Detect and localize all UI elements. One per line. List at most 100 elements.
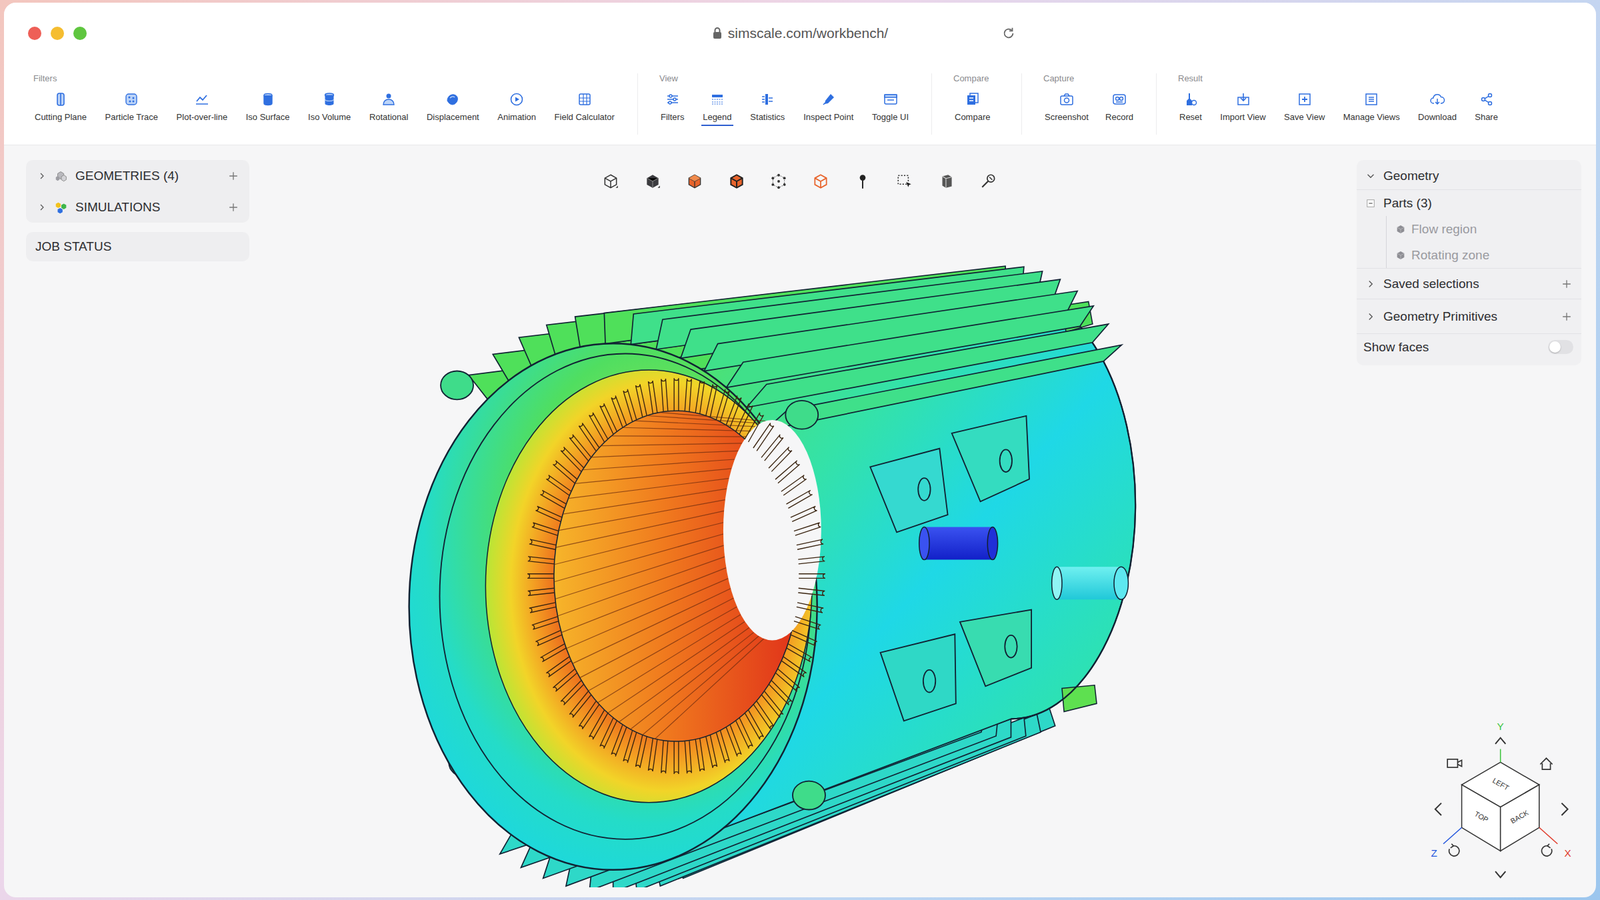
stator-slot: [794, 522, 821, 536]
parts-row[interactable]: Parts (3): [1356, 189, 1582, 216]
toolbar-button[interactable]: Compare: [953, 91, 992, 126]
play-icon: [508, 91, 525, 108]
toolbar-button[interactable]: Reset: [1178, 91, 1204, 126]
rotate-up-icon[interactable]: [1495, 738, 1506, 744]
pen-icon: [820, 91, 837, 108]
close-button[interactable]: [28, 26, 42, 40]
plus-icon[interactable]: [226, 169, 240, 183]
toolbar-button[interactable]: Plot-over-line: [175, 91, 230, 126]
import-icon: [1235, 91, 1252, 108]
chevron-icon[interactable]: [36, 170, 48, 182]
toolbar-button[interactable]: Save View: [1282, 91, 1326, 126]
group-label: Compare: [953, 73, 1000, 84]
view-cube[interactable]: LEFTTOPBACKYZX: [1424, 713, 1582, 887]
camera-icon[interactable]: [1447, 759, 1462, 768]
solid-cube-icon[interactable]: [644, 172, 662, 190]
toolbar-button[interactable]: Rotational: [368, 91, 410, 126]
toolbar-button[interactable]: Record: [1104, 91, 1135, 126]
tree-guide: [1386, 242, 1387, 268]
stator-slot: [706, 384, 718, 417]
button-label: Manage Views: [1343, 112, 1400, 122]
toolbar-button[interactable]: Import View: [1218, 91, 1267, 126]
geometry-header[interactable]: Geometry: [1356, 162, 1582, 190]
wireframe-cube-icon[interactable]: [812, 172, 830, 190]
reload-icon[interactable]: [1001, 26, 1596, 41]
toolbar-button[interactable]: Statistics: [748, 91, 786, 126]
stator-slot: [761, 691, 784, 718]
roll-left-icon[interactable]: [1449, 844, 1460, 856]
toolbar-button[interactable]: Inspect Point: [802, 91, 855, 126]
plus-icon[interactable]: [1560, 310, 1574, 324]
left-sidebar: GEOMETRIES (4)SIMULATIONS JOB STATUS: [4, 145, 250, 898]
stator-slot: [635, 384, 647, 417]
stator-slot: [775, 460, 800, 484]
particle-trace-icon: [123, 91, 140, 108]
toolbar-button[interactable]: Screenshot: [1043, 91, 1090, 126]
toolbar-button[interactable]: Iso Volume: [306, 91, 352, 126]
minimize-button[interactable]: [50, 26, 64, 40]
chevron-icon[interactable]: [1364, 278, 1377, 290]
box-select-icon[interactable]: [896, 172, 914, 190]
pin-icon[interactable]: [854, 172, 872, 190]
plus-icon[interactable]: [226, 200, 240, 214]
section-box-icon[interactable]: [938, 172, 956, 190]
show-faces-toggle[interactable]: [1548, 340, 1574, 354]
bore-slot: [562, 488, 727, 514]
toolbar-button[interactable]: Field Calculator: [553, 91, 616, 126]
chevron-icon[interactable]: [1364, 310, 1377, 323]
probe-icon[interactable]: [980, 172, 998, 190]
bore-slot: [557, 556, 725, 616]
toolbar-button[interactable]: Cutting Plane: [33, 91, 88, 126]
toolbar-group: FiltersCutting PlaneParticle TracePlot-o…: [33, 73, 638, 135]
points-cube-icon[interactable]: [770, 172, 788, 190]
cube-face-label: LEFT: [1491, 776, 1511, 792]
toolbar-button[interactable]: Displacement: [425, 91, 481, 126]
toolbar-button[interactable]: Filters: [659, 91, 686, 126]
home-icon[interactable]: [1540, 758, 1552, 770]
shaded-cube-icon[interactable]: [686, 172, 704, 190]
stator-slot: [674, 741, 679, 774]
toolbar-button[interactable]: Particle Trace: [104, 91, 160, 126]
stator-slot: [648, 738, 657, 772]
panel-section[interactable]: Geometry Primitives: [1356, 298, 1582, 334]
bore-slot: [622, 427, 751, 431]
stator-slot: [623, 389, 637, 422]
button-label: Legend: [702, 112, 732, 122]
toolbar-button[interactable]: Iso Surface: [244, 91, 292, 126]
bore-slot: [574, 468, 732, 484]
button-label: Field Calculator: [554, 112, 615, 122]
rotate-right-icon[interactable]: [1561, 803, 1568, 816]
address-bar[interactable]: simscale.com/workbench/: [712, 25, 888, 42]
part-item[interactable]: Flow region: [1356, 216, 1582, 242]
lock-icon: [712, 26, 723, 40]
toolbar-button[interactable]: Download: [1416, 91, 1458, 126]
part-label: Flow region: [1411, 222, 1574, 237]
chevron-icon[interactable]: [36, 202, 48, 213]
sidebar-section[interactable]: GEOMETRIES (4): [26, 160, 250, 192]
chevron-icon[interactable]: [1364, 170, 1377, 182]
axis-label: X: [1564, 847, 1571, 859]
grid-icon: [576, 91, 593, 108]
section-label: Saved selections: [1383, 276, 1554, 292]
toolbar-button[interactable]: Legend: [701, 91, 733, 126]
zoom-button[interactable]: [73, 26, 87, 40]
perspective-cube-icon[interactable]: [602, 172, 620, 190]
button-label: Toggle UI: [872, 112, 909, 122]
stator-slot: [529, 539, 556, 550]
motor-model[interactable]: [388, 193, 1164, 888]
cloud-download-icon: [1429, 91, 1446, 108]
part-item[interactable]: Rotating zone: [1356, 242, 1582, 268]
rotate-down-icon[interactable]: [1495, 871, 1506, 878]
roll-right-icon[interactable]: [1541, 844, 1552, 856]
toolbar-button[interactable]: Animation: [496, 91, 538, 126]
edges-cube-icon[interactable]: [728, 172, 746, 190]
toolbar-button[interactable]: Toggle UI: [870, 91, 910, 126]
panel-section[interactable]: Saved selections: [1356, 268, 1582, 299]
sidebar-section[interactable]: SIMULATIONS: [26, 191, 250, 223]
job-status-card[interactable]: JOB STATUS: [26, 232, 250, 262]
plus-icon[interactable]: [1560, 277, 1574, 291]
toolbar-button[interactable]: Manage Views: [1342, 91, 1402, 126]
toolbar-button[interactable]: Share: [1473, 91, 1500, 126]
collapse-icon[interactable]: [1364, 197, 1377, 210]
rotate-left-icon[interactable]: [1435, 803, 1442, 816]
